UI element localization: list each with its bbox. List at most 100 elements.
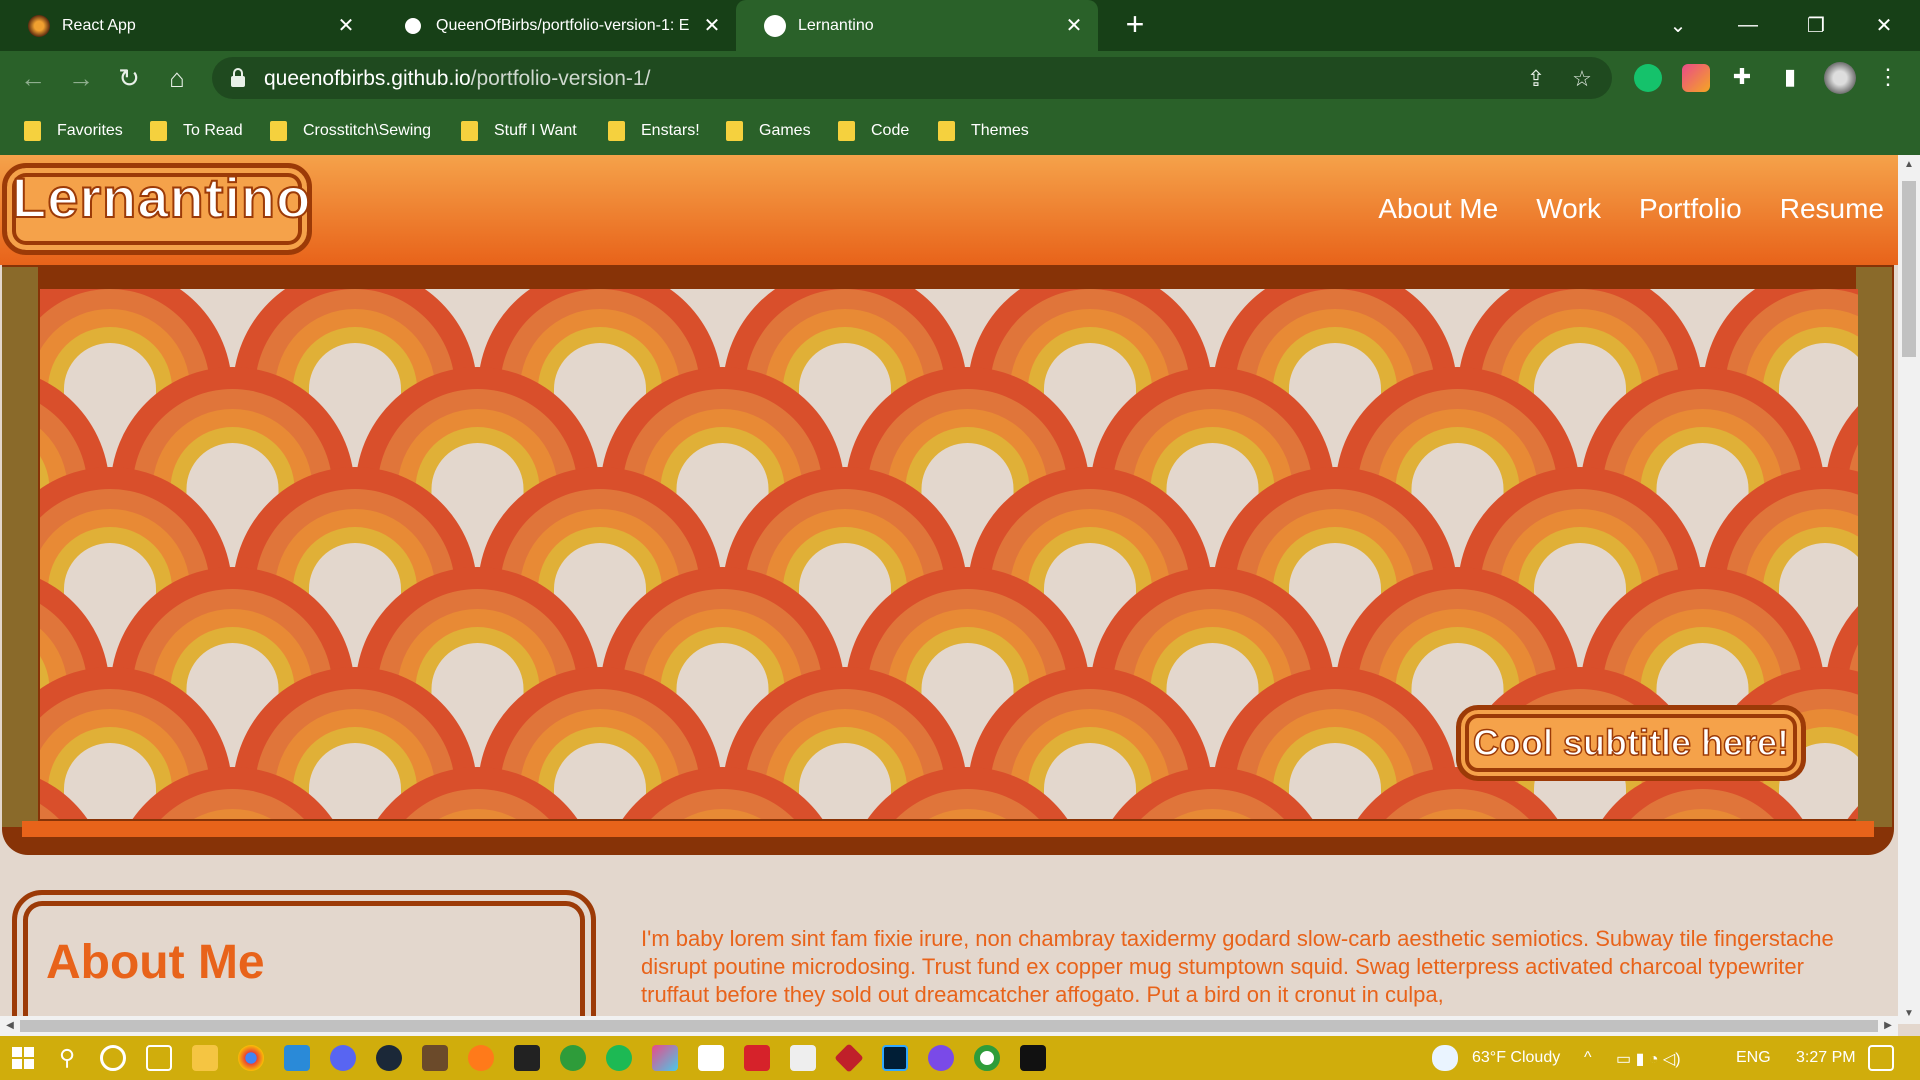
horizontal-scroll-thumb[interactable]	[20, 1020, 1878, 1032]
bookmark-label: Enstars!	[641, 122, 700, 139]
tab-github[interactable]: QueenOfBirbs/portfolio-version-1: E ✕	[374, 0, 736, 51]
bookmarks-bar: Favorites To Read Crosstitch\Sewing Stuf…	[0, 105, 1920, 155]
forward-arrow-icon[interactable]: →	[62, 59, 100, 97]
discord-icon[interactable]	[330, 1045, 356, 1071]
weather-text[interactable]: 63°F Cloudy	[1472, 1049, 1560, 1067]
close-icon[interactable]: ✕	[336, 13, 356, 38]
bookmark-folder-crosstitch[interactable]: Crosstitch\Sewing	[270, 118, 431, 144]
hero-frame-right-border	[1856, 267, 1892, 827]
chrome-icon[interactable]	[238, 1045, 264, 1071]
side-panel-icon[interactable]: ▮	[1778, 65, 1802, 89]
nav-link-about-me[interactable]: About Me	[1378, 193, 1498, 225]
bookmark-folder-stuff-i-want[interactable]: Stuff I Want	[461, 118, 577, 144]
steam-icon[interactable]	[376, 1045, 402, 1071]
bookmark-label: Games	[759, 122, 811, 139]
react-favicon-icon	[28, 14, 50, 37]
tray-icons[interactable]: ▭ ▮ ◔ ◁)	[1616, 1049, 1681, 1069]
terminal-icon[interactable]	[1020, 1045, 1046, 1071]
grammarly-extension-icon[interactable]	[1634, 64, 1662, 92]
site-nav: About Me Work Portfolio Resume	[1378, 193, 1884, 225]
bookmark-label: Themes	[971, 122, 1029, 139]
bookmark-folder-themes[interactable]: Themes	[938, 118, 1029, 144]
chevron-up-icon[interactable]: ^	[1584, 1049, 1592, 1067]
notepad-icon[interactable]	[698, 1045, 724, 1071]
file-explorer-icon[interactable]	[192, 1045, 218, 1071]
scroll-right-arrow-icon[interactable]: ▶	[1878, 1016, 1898, 1036]
close-window-button[interactable]: ✕	[1856, 0, 1912, 51]
photoshop-icon[interactable]	[882, 1045, 908, 1071]
cortana-icon[interactable]	[100, 1045, 126, 1071]
minimize-button[interactable]: —	[1720, 0, 1776, 51]
7zip-icon[interactable]	[514, 1045, 540, 1071]
windows-start-icon[interactable]	[10, 1045, 36, 1071]
tab-lernantino[interactable]: Lernantino ✕	[736, 0, 1098, 51]
app-icon[interactable]	[834, 1043, 864, 1073]
app-icon[interactable]	[974, 1045, 1000, 1071]
vertical-scroll-thumb[interactable]	[1902, 181, 1916, 357]
clock[interactable]: 3:27 PM	[1796, 1049, 1856, 1067]
home-icon[interactable]: ⌂	[158, 59, 196, 97]
bookmark-folder-enstars[interactable]: Enstars!	[608, 118, 700, 144]
notifications-icon[interactable]	[1868, 1045, 1894, 1071]
folder-icon	[270, 121, 287, 141]
folder-icon	[24, 121, 41, 141]
share-icon[interactable]: ⇪	[1524, 67, 1548, 91]
site-logo[interactable]: Lernantino	[11, 165, 311, 230]
address-bar[interactable]: queenofbirbs.github.io/portfolio-version…	[212, 57, 1612, 99]
nav-link-work[interactable]: Work	[1536, 193, 1601, 225]
restore-button[interactable]: ❐	[1788, 0, 1844, 51]
hero-subtitle: Cool subtitle here!	[1472, 721, 1790, 764]
folder-icon	[608, 121, 625, 141]
horizontal-scrollbar[interactable]: ◀ ▶	[0, 1016, 1898, 1036]
bookmark-label: Favorites	[57, 122, 123, 139]
acrobat-icon[interactable]	[744, 1045, 770, 1071]
bookmark-folder-favorites[interactable]: Favorites	[24, 118, 123, 144]
back-arrow-icon[interactable]: ←	[14, 59, 52, 97]
scroll-up-arrow-icon[interactable]: ▲	[1898, 155, 1920, 175]
tab-title: Lernantino	[798, 16, 874, 34]
bookmark-star-icon[interactable]: ☆	[1570, 67, 1594, 91]
task-view-icon[interactable]	[146, 1045, 172, 1071]
app-icon[interactable]	[468, 1045, 494, 1071]
menu-kebab-icon[interactable]: ⋮	[1876, 65, 1900, 89]
bookmark-folder-games[interactable]: Games	[726, 118, 811, 144]
bookmark-folder-code[interactable]: Code	[838, 118, 909, 144]
search-icon[interactable]: ⚲	[54, 1045, 80, 1071]
folder-icon	[726, 121, 743, 141]
app-icon[interactable]	[790, 1045, 816, 1071]
folder-icon	[461, 121, 478, 141]
nav-link-portfolio[interactable]: Portfolio	[1639, 193, 1742, 225]
close-icon[interactable]: ✕	[1064, 13, 1084, 38]
site-header: Lernantino About Me Work Portfolio Resum…	[0, 155, 1898, 265]
nav-link-resume[interactable]: Resume	[1780, 193, 1884, 225]
color-extension-icon[interactable]	[1682, 64, 1710, 92]
url-path: /portfolio-version-1/	[470, 67, 651, 90]
tab-react-app[interactable]: React App ✕	[0, 0, 370, 51]
app-icon[interactable]	[928, 1045, 954, 1071]
spotify-icon[interactable]	[606, 1045, 632, 1071]
github-favicon-icon	[402, 14, 424, 37]
reload-icon[interactable]: ↻	[110, 59, 148, 97]
vertical-scrollbar[interactable]: ▲ ▼	[1898, 155, 1920, 1024]
tab-search-chevron-icon[interactable]: ⌄	[1650, 0, 1706, 51]
close-icon[interactable]: ✕	[702, 13, 722, 38]
page-viewport: Lernantino About Me Work Portfolio Resum…	[0, 155, 1898, 1024]
language-indicator[interactable]: ENG	[1736, 1049, 1771, 1067]
browser-tab-strip: React App ✕ QueenOfBirbs/portfolio-versi…	[0, 0, 1920, 51]
utorrent-icon[interactable]	[560, 1045, 586, 1071]
url-text: queenofbirbs.github.io/portfolio-version…	[264, 67, 650, 91]
bookmark-folder-to-read[interactable]: To Read	[150, 118, 243, 144]
profile-avatar[interactable]	[1824, 62, 1856, 94]
scroll-left-arrow-icon[interactable]: ◀	[0, 1016, 20, 1036]
globe-favicon-icon	[764, 14, 786, 37]
new-tab-button[interactable]: +	[1118, 8, 1152, 42]
folder-icon	[838, 121, 855, 141]
bookmark-label: Crosstitch\Sewing	[303, 122, 432, 139]
app-icon[interactable]	[422, 1045, 448, 1071]
vscode-icon[interactable]	[284, 1045, 310, 1071]
extensions-puzzle-icon[interactable]: ✚	[1730, 65, 1754, 89]
lock-icon	[231, 68, 245, 87]
app-icon[interactable]	[652, 1045, 678, 1071]
tab-title: QueenOfBirbs/portfolio-version-1: E	[436, 16, 690, 34]
scroll-down-arrow-icon[interactable]: ▼	[1898, 1004, 1920, 1024]
